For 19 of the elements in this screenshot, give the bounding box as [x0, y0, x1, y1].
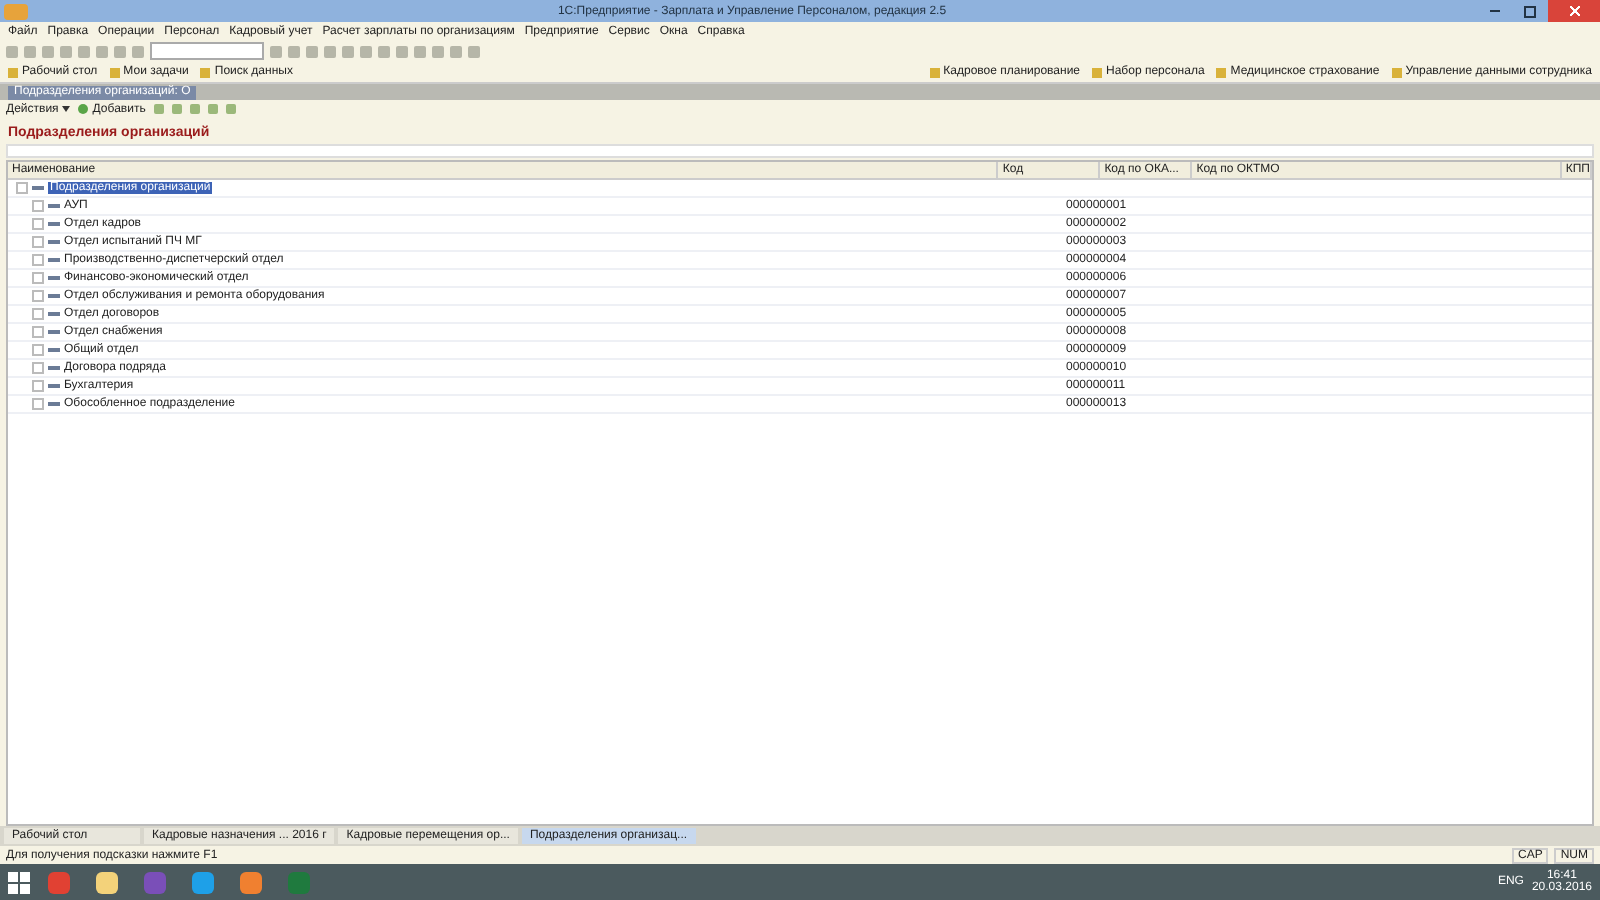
checkbox-icon [32, 272, 44, 284]
windows-start-icon[interactable] [8, 871, 30, 893]
checkbox-icon [32, 200, 44, 212]
checkbox-icon [32, 380, 44, 392]
app-icon [4, 3, 28, 19]
checkbox-icon [32, 398, 44, 410]
checkbox-icon [32, 326, 44, 338]
checkbox-icon [32, 344, 44, 356]
checkbox-icon [32, 218, 44, 230]
checkbox-icon [32, 362, 44, 374]
checkbox-icon [32, 290, 44, 302]
close-button[interactable] [1548, 0, 1600, 22]
checkbox-icon [32, 254, 44, 266]
caret-icon [62, 106, 71, 112]
search-combo-field[interactable] [150, 42, 264, 60]
filter-field[interactable] [6, 144, 1594, 158]
expand-icon[interactable] [16, 182, 28, 194]
checkbox-icon [32, 308, 44, 320]
checkbox-icon [32, 236, 44, 248]
